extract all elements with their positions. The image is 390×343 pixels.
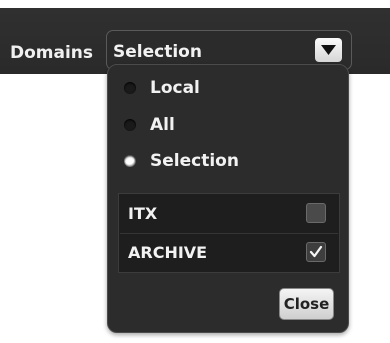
radio-label-selection: Selection [150,151,239,171]
domain-list: ITX ARCHIVE [118,193,340,273]
triangle-down-icon [321,45,336,55]
radio-all[interactable]: All [120,110,340,140]
domains-widget: Domains Selection Local All Selection IT… [0,0,390,343]
list-item-itx[interactable]: ITX [120,195,338,233]
list-item-name: ARCHIVE [128,243,208,262]
radio-selection[interactable]: Selection [120,146,340,176]
radio-local[interactable]: Local [120,73,340,103]
close-button[interactable]: Close [279,288,334,320]
radio-button-icon[interactable] [124,82,136,94]
list-item-archive[interactable]: ARCHIVE [120,233,338,272]
radio-label-all: All [150,115,175,135]
dropdown-button[interactable] [315,38,342,62]
radio-label-local: Local [150,78,200,98]
domains-popup: Local All Selection ITX ARCHIVE Close [107,64,349,333]
radio-button-icon[interactable] [124,119,136,131]
domains-label: Domains [10,43,94,63]
list-item-name: ITX [128,204,158,223]
checkmark-icon [309,245,323,258]
itx-checkbox[interactable] [306,203,326,223]
archive-checkbox[interactable] [306,242,326,262]
radio-button-selected-icon[interactable] [124,155,136,167]
domains-select-value: Selection [113,42,202,62]
